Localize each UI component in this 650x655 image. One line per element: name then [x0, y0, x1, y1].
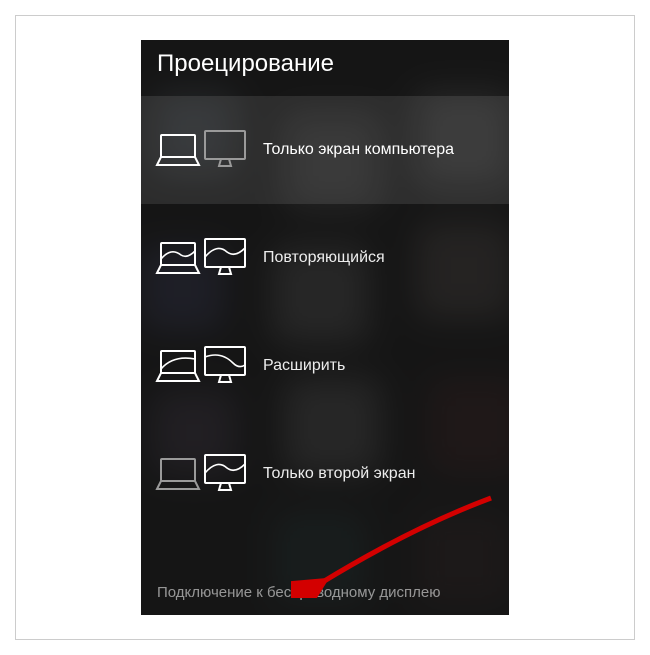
option-label: Только второй экран	[263, 464, 495, 485]
option-label: Повторяющийся	[263, 248, 495, 269]
option-pc-screen-only[interactable]: Только экран компьютера	[141, 96, 509, 204]
pc-screen-only-icon	[155, 124, 249, 176]
option-label: Расширить	[263, 356, 495, 377]
option-second-screen-only[interactable]: Только второй экран	[141, 420, 509, 528]
option-duplicate[interactable]: Повторяющийся	[141, 204, 509, 312]
project-panel: Проецирование	[141, 40, 509, 615]
option-label: Только экран компьютера	[263, 140, 495, 161]
connect-wireless-display-link[interactable]: Подключение к беспроводному дисплею	[141, 570, 509, 615]
option-extend[interactable]: Расширить	[141, 312, 509, 420]
duplicate-icon	[155, 232, 249, 284]
extend-icon	[155, 340, 249, 392]
projection-options: Только экран компьютера	[141, 96, 509, 570]
panel-title: Проецирование	[141, 40, 509, 96]
second-screen-only-icon	[155, 448, 249, 500]
